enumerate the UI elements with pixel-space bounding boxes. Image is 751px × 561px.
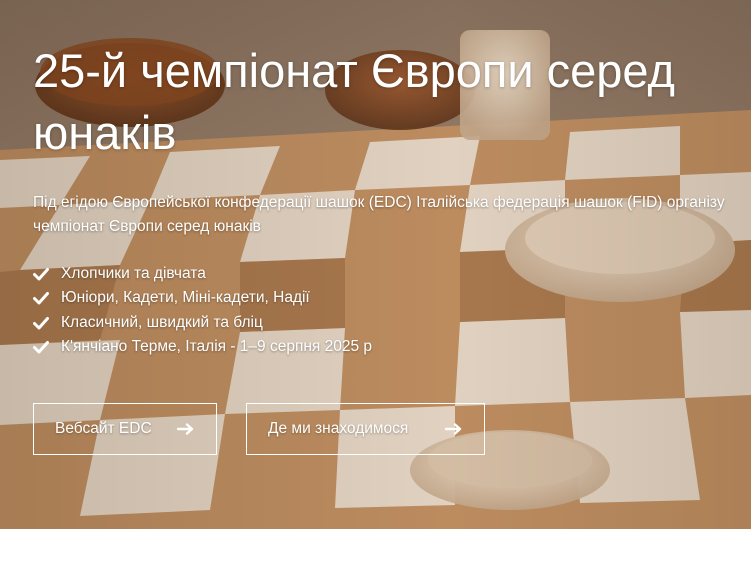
- edc-website-button-label: Вебсайт EDC: [55, 420, 152, 437]
- location-button[interactable]: Де ми знаходимося: [246, 403, 485, 455]
- hero-description-line: Під егідою Європейської конфедерації шаш…: [33, 194, 725, 211]
- check-icon: [33, 292, 49, 305]
- list-item: Хлопчики та дівчата: [33, 262, 372, 286]
- feature-text: Хлопчики та дівчата: [61, 265, 206, 283]
- check-icon: [33, 268, 49, 281]
- arrow-right-icon: [445, 423, 462, 435]
- list-item: Класичний, швидкий та бліц: [33, 311, 372, 335]
- page-title: 25-й чемпіонат Європи серед юнаків: [33, 44, 675, 159]
- hero-description: Під егідою Європейської конфедерації шаш…: [33, 191, 751, 239]
- hero-description-line: чемпіонат Європи серед юнаків: [33, 218, 261, 235]
- location-button-label: Де ми знаходимося: [268, 420, 409, 437]
- feature-list: Хлопчики та дівчата Юніори, Кадети, Міні…: [33, 262, 372, 359]
- list-item: Юніори, Кадети, Міні-кадети, Надії: [33, 286, 372, 310]
- arrow-right-icon: [177, 423, 194, 435]
- list-item: К'янчіано Терме, Італія - 1–9 серпня 202…: [33, 335, 372, 359]
- edc-website-button[interactable]: Вебсайт EDC: [33, 403, 217, 455]
- check-icon: [33, 341, 49, 354]
- feature-text: Класичний, швидкий та бліц: [61, 313, 263, 331]
- feature-text: Юніори, Кадети, Міні-кадети, Надії: [61, 289, 310, 307]
- feature-text: К'янчіано Терме, Італія - 1–9 серпня 202…: [61, 338, 373, 356]
- hero-section: 25-й чемпіонат Європи серед юнаків Під е…: [0, 0, 751, 529]
- check-icon: [33, 316, 49, 330]
